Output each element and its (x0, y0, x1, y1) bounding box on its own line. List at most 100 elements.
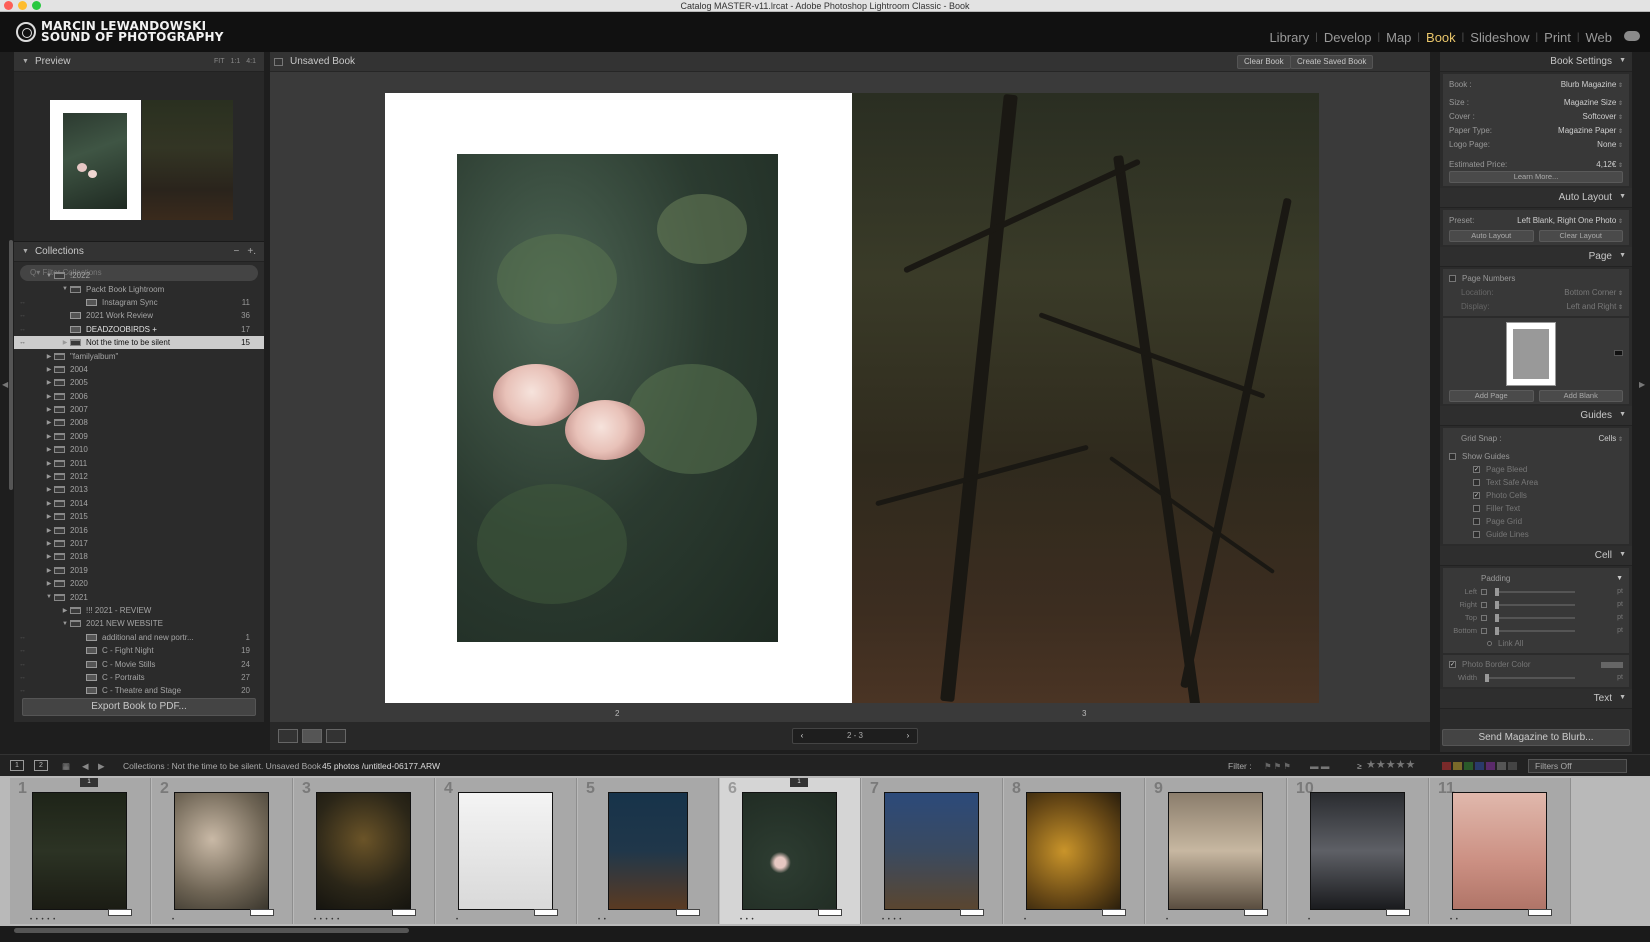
secondary-window-button[interactable]: 2 (34, 760, 48, 771)
collection-set-item[interactable]: ▶ "familyalbum" (14, 349, 264, 362)
sync-icon[interactable]: ↔ (19, 299, 26, 306)
module-library[interactable]: Library (1269, 30, 1309, 45)
export-book-pdf-button[interactable]: Export Book to PDF... (22, 698, 256, 716)
grid-icon[interactable]: ▦ (62, 761, 70, 772)
collection-item[interactable]: ↔ C - Fight Night 19 (14, 644, 264, 657)
disclosure-triangle-icon[interactable]: ▶ (44, 567, 54, 574)
spread-view-button[interactable] (302, 729, 322, 743)
guides-header[interactable]: Guides ▼ (1440, 406, 1632, 426)
clear-book-button[interactable]: Clear Book (1237, 55, 1291, 69)
page-header[interactable]: Page ▼ (1440, 247, 1632, 267)
padding-slider[interactable] (1495, 587, 1575, 596)
collection-set-item[interactable]: ▶ 2014 (14, 497, 264, 510)
rating-filter-stars[interactable]: ★★★★★ (1366, 758, 1415, 771)
badge-icons[interactable] (818, 909, 842, 916)
guide-checkbox[interactable] (1473, 505, 1480, 512)
module-develop[interactable]: Develop (1324, 30, 1372, 45)
collection-set-item[interactable]: ▶ 2018 (14, 550, 264, 563)
disclosure-triangle-icon[interactable]: ▼ (60, 621, 70, 627)
create-saved-book-button[interactable]: Create Saved Book (1290, 55, 1374, 69)
page-numbers-checkbox[interactable] (1449, 275, 1456, 282)
disclosure-triangle-icon[interactable]: ▶ (44, 527, 54, 534)
filter-preset-select[interactable]: Filters Off (1528, 759, 1627, 773)
badge-icons[interactable] (960, 909, 984, 916)
padding-slider[interactable] (1495, 613, 1575, 622)
add-page-button[interactable]: Add Page (1449, 390, 1534, 402)
zoom-fit-button[interactable]: FIT (214, 58, 225, 65)
add-collection-button[interactable]: +. (247, 246, 256, 257)
collection-item[interactable]: ↔ C - Portraits 27 (14, 671, 264, 684)
disclosure-triangle-icon[interactable]: ▶ (44, 500, 54, 507)
filmstrip-thumbnail[interactable]: 9 • (1146, 778, 1287, 924)
collection-set-item[interactable]: ▶ 2005 (14, 376, 264, 389)
book-type-select[interactable]: Blurb Magazine (1561, 80, 1623, 89)
collection-set-item[interactable]: ▶ 2006 (14, 390, 264, 403)
padding-checkbox[interactable] (1481, 614, 1487, 621)
filmstrip-thumbnail[interactable]: 3 • • • • • (294, 778, 435, 924)
left-panel-scrollbar[interactable] (9, 240, 13, 490)
book-settings-header[interactable]: Book Settings ▼ (1440, 52, 1632, 72)
collection-item[interactable]: ↔ 2021 Work Review 36 (14, 309, 264, 322)
add-blank-button[interactable]: Add Blank (1538, 390, 1623, 402)
left-panel-toggle-icon[interactable]: ◀ (2, 380, 8, 389)
right-panel-toggle-icon[interactable]: ▶ (1639, 380, 1645, 389)
filmstrip-thumbnail[interactable]: 7 • • • • (862, 778, 1003, 924)
forward-arrow-icon[interactable]: ▶ (98, 761, 105, 772)
guide-checkbox[interactable] (1473, 518, 1480, 525)
page-number-display-select[interactable]: Left and Right (1566, 302, 1623, 311)
disclosure-triangle-icon[interactable]: ▶ (44, 473, 54, 480)
sync-icon[interactable]: ↔ (19, 634, 26, 641)
collection-item[interactable]: ↔ Instagram Sync 11 (14, 296, 264, 309)
filmstrip-thumbnail[interactable]: 10 • (1288, 778, 1429, 924)
collection-set-item[interactable]: ▶ 2009 (14, 430, 264, 443)
guide-checkbox[interactable]: ✓ (1473, 492, 1480, 499)
disclosure-triangle-icon[interactable]: ▼ (60, 286, 70, 292)
disclosure-triangle-icon[interactable]: ▼ (44, 594, 54, 600)
disclosure-triangle-icon[interactable]: ▶ (44, 433, 54, 440)
book-page-left[interactable] (385, 93, 852, 703)
back-arrow-icon[interactable]: ◀ (82, 761, 89, 772)
multi-page-view-button[interactable] (278, 729, 298, 743)
clear-layout-button[interactable]: Clear Layout (1538, 230, 1623, 242)
sync-icon[interactable]: ↔ (19, 312, 26, 319)
page-number-location-select[interactable]: Bottom Corner (1564, 288, 1623, 297)
cover-select[interactable]: Softcover (1583, 112, 1624, 121)
collection-set-item[interactable]: ▶ 2011 (14, 456, 264, 469)
text-header[interactable]: Text ▼ (1440, 689, 1632, 709)
module-print[interactable]: Print (1544, 30, 1571, 45)
sync-icon[interactable]: ↔ (19, 647, 26, 654)
badge-icons[interactable] (108, 909, 132, 916)
disclosure-triangle-icon[interactable]: ▶ (44, 540, 54, 547)
template-picker-icon[interactable] (1614, 350, 1623, 356)
collection-set-item[interactable]: ▶ 2020 (14, 577, 264, 590)
filmstrip-source[interactable]: Collections : Not the time to be silent.… (123, 761, 321, 771)
photo-border-checkbox[interactable]: ✓ (1449, 661, 1456, 668)
collection-set-item[interactable]: ▼ 2021 (14, 590, 264, 603)
collection-set-item[interactable]: ▶ 2013 (14, 483, 264, 496)
cell-header[interactable]: Cell ▼ (1440, 546, 1632, 566)
disclosure-triangle-icon[interactable]: ▶ (60, 607, 70, 614)
photo-count[interactable]: 45 photos /untitled-06177.ARW (322, 761, 440, 771)
padding-checkbox[interactable] (1481, 588, 1487, 595)
collection-item[interactable]: ↔ C - Movie Stills 24 (14, 657, 264, 670)
collection-set-item[interactable]: ▶ 2010 (14, 443, 264, 456)
single-page-view-button[interactable] (326, 729, 346, 743)
badge-icons[interactable] (534, 909, 558, 916)
disclosure-triangle-icon[interactable]: ▶ (60, 339, 70, 346)
module-slideshow[interactable]: Slideshow (1470, 30, 1529, 45)
sync-icon[interactable]: ↔ (19, 326, 26, 333)
logo-page-select[interactable]: None (1597, 140, 1623, 149)
remove-collection-button[interactable]: − (234, 246, 240, 257)
collection-set-item[interactable]: ▶ 2019 (14, 564, 264, 577)
cloud-icon[interactable] (1624, 31, 1640, 41)
preview-panel-header[interactable]: ▼ Preview FIT 1:1 4:1 (14, 52, 264, 72)
collection-item[interactable]: ↔ additional and new portr... 1 (14, 631, 264, 644)
disclosure-triangle-icon[interactable]: ▶ (44, 460, 54, 467)
auto-layout-button[interactable]: Auto Layout (1449, 230, 1534, 242)
border-color-swatch[interactable] (1601, 661, 1623, 668)
collection-set-item[interactable]: ▶ 2015 (14, 510, 264, 523)
sync-icon[interactable]: ↔ (19, 674, 26, 681)
disclosure-triangle-icon[interactable]: ▶ (44, 379, 54, 386)
border-width-slider[interactable] (1485, 673, 1575, 682)
sync-icon[interactable]: ↔ (19, 339, 26, 346)
